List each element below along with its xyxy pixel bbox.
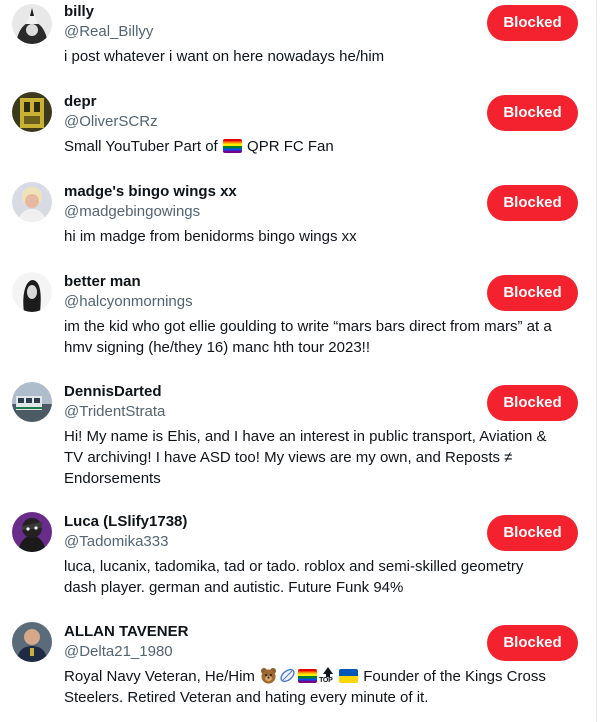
- user-bio: i post whatever i want on here nowadays …: [64, 48, 385, 65]
- blocked-button[interactable]: Blocked: [487, 515, 578, 551]
- bio-line: Royal Navy Veteran, He/Him TOP Founder o…: [64, 666, 580, 687]
- blocked-accounts-list: billy @Real_Billyy i post whatever i wan…: [0, 0, 597, 722]
- bio-text: Small YouTuber Part of: [64, 138, 218, 155]
- display-name[interactable]: ALLAN TAVENER: [64, 622, 188, 642]
- user-bio: Hi! My name is Ehis, and I have an inter…: [64, 426, 580, 489]
- display-name[interactable]: Luca (LSlify1738): [64, 512, 187, 532]
- user-row-madge[interactable]: madge's bingo wings xx @madgebingowings …: [0, 170, 596, 260]
- blocked-button[interactable]: Blocked: [487, 275, 578, 311]
- display-name[interactable]: billy: [64, 2, 94, 22]
- user-bio: Small YouTuber Part of QPR FC Fan: [64, 136, 580, 157]
- user-bio: hi im madge from benidorms bingo wings x…: [64, 228, 357, 245]
- blocked-button[interactable]: Blocked: [487, 5, 578, 41]
- blocked-button[interactable]: Blocked: [487, 625, 578, 661]
- ukraine-flag-icon: [339, 669, 359, 683]
- bio-line: Steelers. Retired Veteran and hating eve…: [64, 689, 429, 706]
- display-name[interactable]: DennisDarted: [64, 382, 162, 402]
- avatar-image: [12, 92, 52, 132]
- avatar[interactable]: [12, 622, 52, 662]
- bear-face-icon: [260, 667, 277, 684]
- user-handle[interactable]: @Delta21_1980: [64, 642, 173, 662]
- user-handle[interactable]: @Real_Billyy: [64, 22, 153, 42]
- avatar[interactable]: [12, 182, 52, 222]
- avatar[interactable]: [12, 272, 52, 312]
- user-handle[interactable]: @Tadomika333: [64, 532, 168, 552]
- avatar-image: [12, 182, 52, 222]
- user-handle[interactable]: @OliverSCRz: [64, 112, 158, 132]
- bio-text: Founder of the Kings Cross: [363, 668, 546, 685]
- user-row-dennisdarted[interactable]: DennisDarted @TridentStrata Hi! My name …: [0, 370, 596, 500]
- bio-line: im the kid who got ellie goulding to wri…: [64, 318, 552, 335]
- rainbow-flag-icon: [298, 669, 318, 683]
- avatar-image: [12, 622, 52, 662]
- blocked-button[interactable]: Blocked: [487, 385, 578, 421]
- blocked-button[interactable]: Blocked: [487, 95, 578, 131]
- top-arrow-icon: TOP: [319, 667, 337, 685]
- avatar[interactable]: [12, 382, 52, 422]
- avatar-image: [12, 512, 52, 552]
- avatar-image: [12, 272, 52, 312]
- user-row-billy[interactable]: billy @Real_Billyy i post whatever i wan…: [0, 0, 596, 80]
- display-name[interactable]: depr: [64, 92, 97, 112]
- user-handle[interactable]: @TridentStrata: [64, 402, 165, 422]
- user-row-depr[interactable]: depr @OliverSCRz Small YouTuber Part of …: [0, 80, 596, 170]
- display-name[interactable]: madge's bingo wings xx: [64, 182, 237, 202]
- user-bio: Royal Navy Veteran, He/Him TOP Founder o…: [64, 666, 580, 708]
- bio-text: Royal Navy Veteran, He/Him: [64, 668, 255, 685]
- user-row-luca[interactable]: Luca (LSlify1738) @Tadomika333 luca, luc…: [0, 500, 596, 610]
- bio-line: Hi! My name is Ehis, and I have an inter…: [64, 428, 547, 445]
- user-handle[interactable]: @halcyonmornings: [64, 292, 193, 312]
- blocked-button[interactable]: Blocked: [487, 185, 578, 221]
- rugby-ball-icon: [279, 667, 296, 684]
- avatar-image: [12, 382, 52, 422]
- user-handle[interactable]: @madgebingowings: [64, 202, 200, 222]
- bio-line: luca, lucanix, tadomika, tad or tado. ro…: [64, 558, 524, 575]
- bio-line: TV archiving! I have ASD too! My views a…: [64, 449, 513, 466]
- rainbow-flag-icon: [222, 139, 242, 153]
- avatar-image: [12, 4, 52, 44]
- user-row-allan-tavener[interactable]: ALLAN TAVENER @Delta21_1980 Royal Navy V…: [0, 610, 596, 722]
- bio-line: hmv signing (he/they 16) manc hth tour 2…: [64, 339, 371, 356]
- avatar[interactable]: [12, 92, 52, 132]
- bio-line: dash player. german and autistic. Future…: [64, 579, 404, 596]
- avatar[interactable]: [12, 4, 52, 44]
- bio-line: Endorsements: [64, 470, 161, 487]
- bio-text: QPR FC Fan: [247, 138, 334, 155]
- avatar[interactable]: [12, 512, 52, 552]
- display-name[interactable]: better man: [64, 272, 141, 292]
- user-row-better-man[interactable]: better man @halcyonmornings im the kid w…: [0, 260, 596, 370]
- user-bio: im the kid who got ellie goulding to wri…: [64, 316, 580, 358]
- user-bio: luca, lucanix, tadomika, tad or tado. ro…: [64, 556, 580, 598]
